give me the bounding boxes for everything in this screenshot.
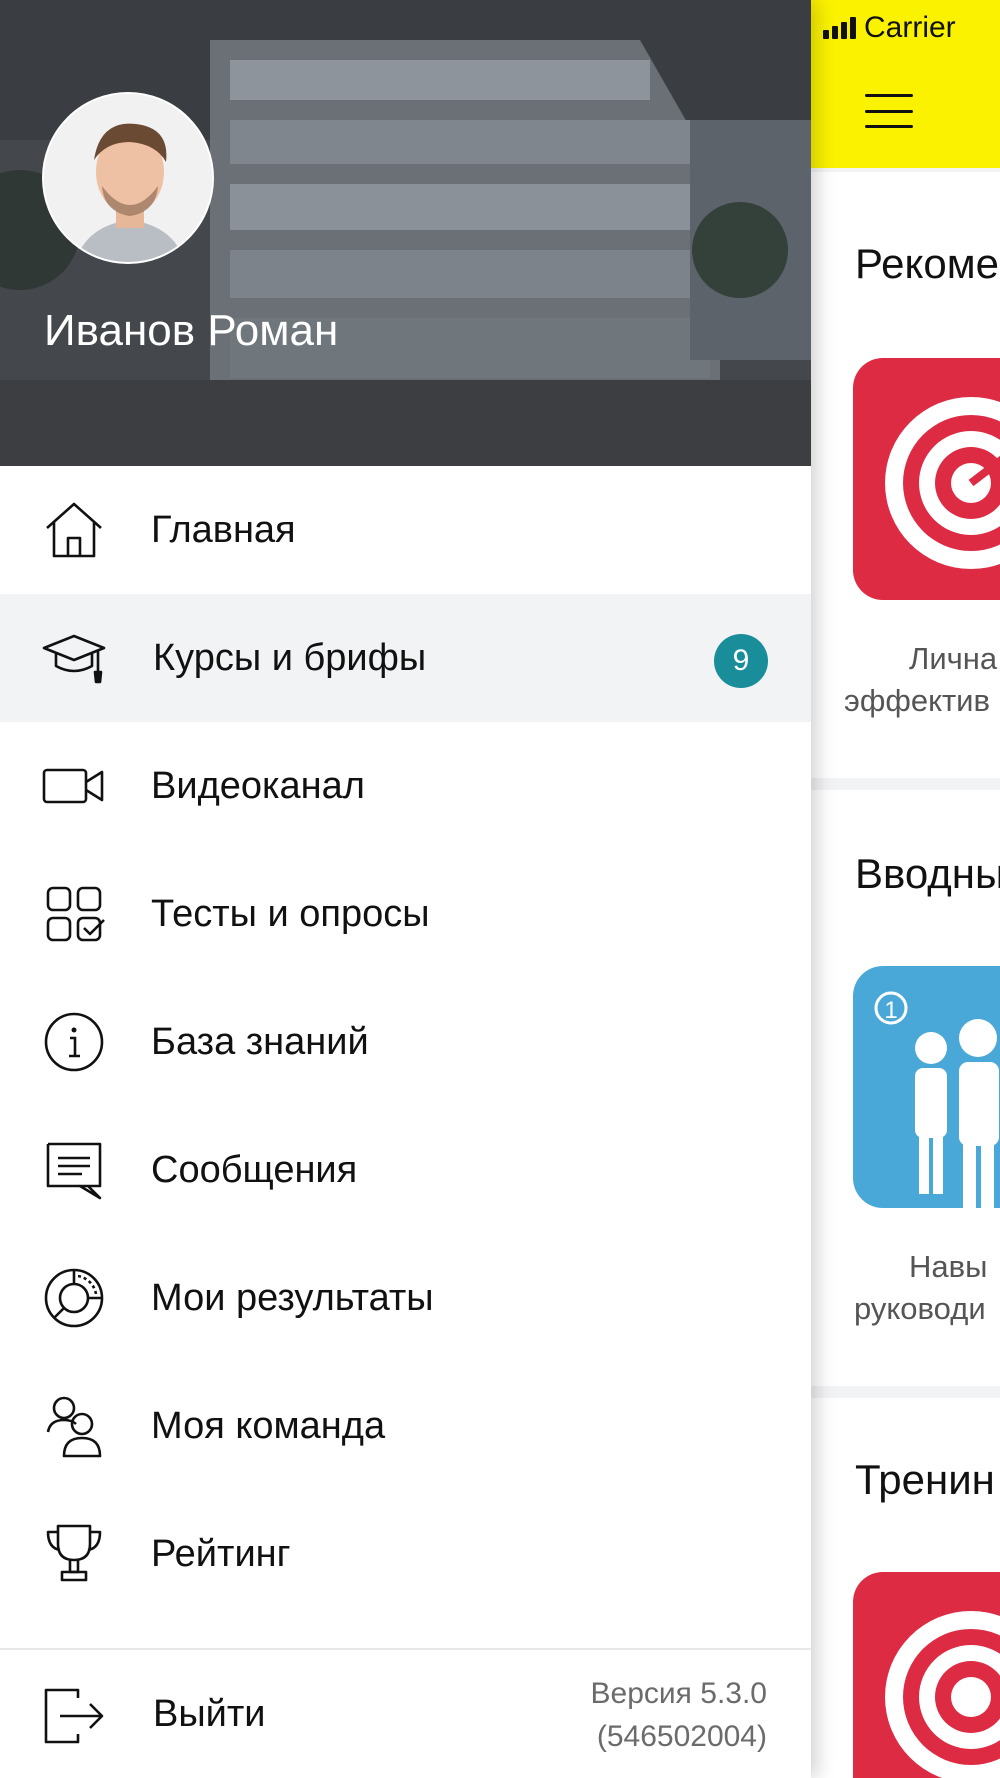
home-icon bbox=[42, 498, 106, 562]
training-section: Тренин bbox=[811, 1398, 1000, 1778]
course-caption: Навы руководи bbox=[854, 1249, 988, 1326]
menu-label: Курсы и брифы bbox=[153, 637, 427, 679]
intro-section: Вводны 1 Навы руководи bbox=[811, 790, 1000, 1386]
video-camera-icon bbox=[42, 754, 106, 818]
target-icon bbox=[885, 397, 1000, 569]
section-title: Вводны bbox=[855, 850, 1000, 897]
user-photo bbox=[44, 94, 212, 262]
section-title: Тренин bbox=[855, 1456, 995, 1503]
menu-hamburger-icon[interactable] bbox=[865, 94, 913, 128]
recommended-section: Рекоме Лична эффектив bbox=[811, 172, 1000, 778]
build-number: (546502004) bbox=[596, 1720, 767, 1753]
target-icon bbox=[885, 1611, 1000, 1778]
team-icon bbox=[42, 1394, 106, 1458]
carrier-label: Carrier bbox=[864, 11, 956, 44]
menu-item-tests[interactable]: Тесты и опросы bbox=[0, 850, 811, 978]
menu-item-courses[interactable]: Курсы и брифы 9 bbox=[0, 594, 811, 722]
results-chart-icon bbox=[42, 1266, 106, 1330]
status-bar: Carrier bbox=[823, 8, 956, 48]
menu-label: Видеоканал bbox=[151, 765, 365, 807]
drawer-footer: Выйти Версия 5.3.0 (546502004) bbox=[0, 1648, 811, 1778]
courses-count-badge: 9 bbox=[714, 634, 768, 688]
menu-item-team[interactable]: Моя команда bbox=[0, 1362, 811, 1490]
menu-label: База знаний bbox=[151, 1021, 369, 1063]
app-version: Версия 5.3.0 (546502004) bbox=[591, 1672, 767, 1758]
avatar[interactable] bbox=[42, 92, 214, 264]
menu-label: Рейтинг bbox=[151, 1533, 291, 1575]
menu-item-messages[interactable]: Сообщения bbox=[0, 1106, 811, 1234]
section-title: Рекоме bbox=[855, 240, 999, 287]
menu-label: Мои результаты bbox=[151, 1277, 434, 1319]
graduation-cap-icon bbox=[42, 626, 106, 690]
course-tile[interactable]: 1 bbox=[853, 966, 1000, 1208]
menu-item-results[interactable]: Мои результаты bbox=[0, 1234, 811, 1362]
info-icon bbox=[42, 1010, 106, 1074]
signal-strength-icon bbox=[823, 17, 856, 39]
navigation-drawer: Иванов Роман Главная Курсы и брифы 9 Вид… bbox=[0, 0, 811, 1778]
menu-item-rating[interactable]: Рейтинг bbox=[0, 1490, 811, 1618]
menu-label: Сообщения bbox=[151, 1149, 358, 1191]
drawer-header: Иванов Роман bbox=[0, 0, 811, 466]
course-tile[interactable] bbox=[853, 1572, 1000, 1778]
tile-number: 1 bbox=[884, 997, 897, 1024]
menu-label: Моя команда bbox=[151, 1405, 386, 1447]
logout-icon[interactable] bbox=[42, 1684, 106, 1748]
menu-item-video[interactable]: Видеоканал bbox=[0, 722, 811, 850]
message-icon bbox=[42, 1138, 106, 1202]
drawer-menu: Главная Курсы и брифы 9 Видеоканал Тесты… bbox=[0, 466, 811, 1618]
course-tile[interactable] bbox=[853, 358, 1000, 600]
menu-label: Главная bbox=[151, 509, 296, 551]
logout-button[interactable]: Выйти bbox=[153, 1650, 266, 1778]
version-number: Версия 5.3.0 bbox=[590, 1677, 767, 1710]
menu-label: Тесты и опросы bbox=[151, 893, 430, 935]
trophy-icon bbox=[42, 1522, 106, 1586]
tests-grid-icon bbox=[42, 882, 106, 946]
course-caption: Лична эффектив bbox=[844, 641, 998, 718]
menu-item-knowledge-base[interactable]: База знаний bbox=[0, 978, 811, 1106]
user-name[interactable]: Иванов Роман bbox=[44, 306, 338, 356]
team-figures-icon: 1 bbox=[874, 991, 999, 1208]
main-screen: Carrier Рекоме Лична эффектив Вводны 1 Н… bbox=[811, 0, 1000, 1778]
top-bar: Carrier bbox=[811, 0, 1000, 168]
menu-item-home[interactable]: Главная bbox=[0, 466, 811, 594]
